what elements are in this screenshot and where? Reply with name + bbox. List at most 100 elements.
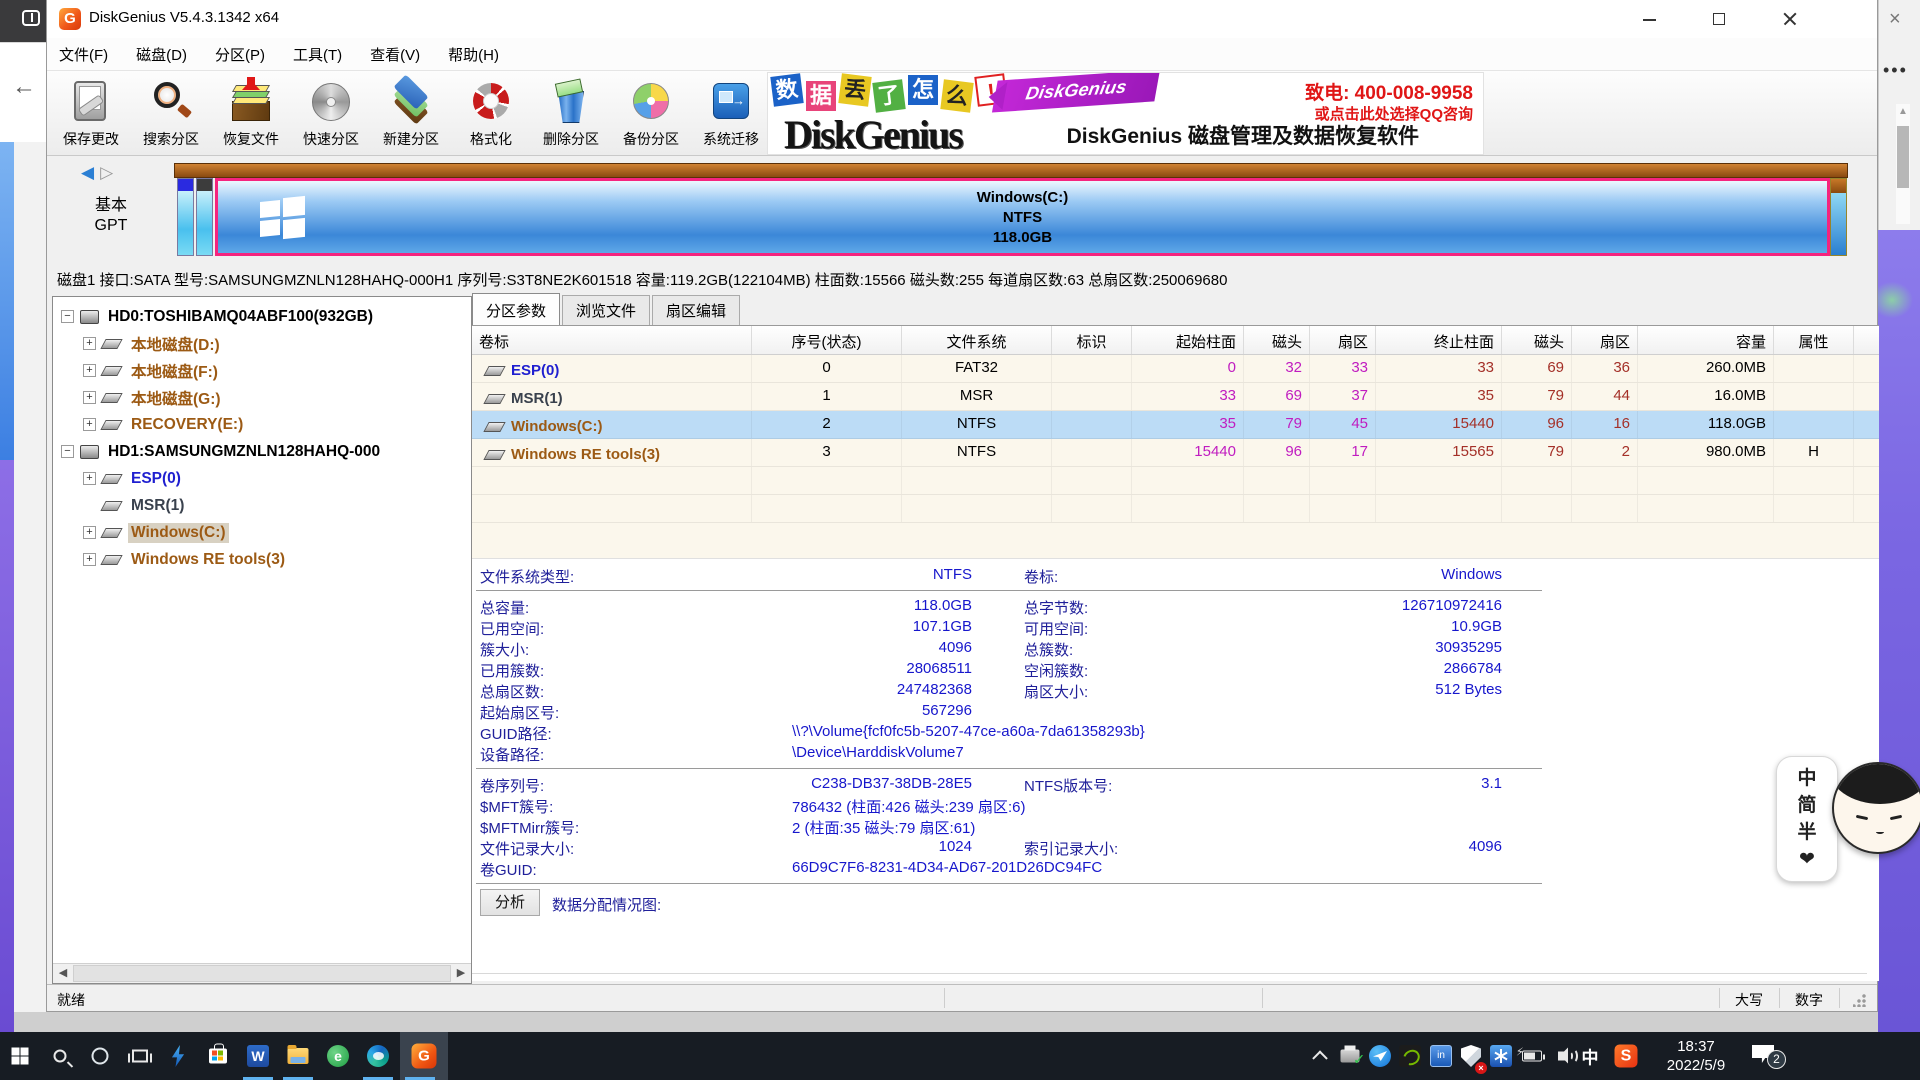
table-row[interactable]: Windows(C:)2NTFS357945154409616118.0GB <box>472 411 1879 439</box>
sidebar-item[interactable]: −HD0:TOSHIBAMQ04ABF100(932GB) <box>53 303 471 330</box>
tray-sogou[interactable]: S <box>1612 1032 1640 1080</box>
toolbar-button-save[interactable]: 保存更改 <box>51 75 131 153</box>
expand-icon[interactable]: + <box>83 526 96 539</box>
menu-item[interactable]: 文件(F) <box>59 44 108 65</box>
tray-nvidia[interactable] <box>1396 1032 1424 1080</box>
scroll-right-icon[interactable]: ▶ <box>451 964 471 983</box>
toolbar-button-search[interactable]: 搜索分区 <box>131 75 211 153</box>
partition-block-windows-c[interactable]: Windows(C:) NTFS 118.0GB <box>215 178 1830 256</box>
taskbar-cortana[interactable] <box>80 1032 120 1080</box>
toolbar-button-recover[interactable]: 恢复文件 <box>211 75 291 153</box>
ime-button[interactable]: ❤ <box>1799 850 1815 870</box>
analyze-button[interactable]: 分析 <box>480 889 540 916</box>
title-bar[interactable]: G DiskGenius V5.4.3.1342 x64 <box>47 0 1877 38</box>
menu-item[interactable]: 查看(V) <box>370 44 420 65</box>
column-header[interactable]: 扇区 <box>1310 326 1376 354</box>
scroll-left-icon[interactable]: ◀ <box>53 964 73 983</box>
menu-item[interactable]: 磁盘(D) <box>136 44 187 65</box>
background-close-icon[interactable]: × <box>1889 8 1901 31</box>
ad-banner[interactable]: 数据丢了怎么! DiskGenius DiskGenius 致电: 400-00… <box>767 72 1484 155</box>
toolbar-button-format[interactable]: 格式化 <box>451 75 531 153</box>
scroll-up-icon[interactable]: ▲ <box>1898 106 1908 117</box>
ime-button[interactable]: 简 <box>1797 796 1816 816</box>
column-header[interactable]: 磁头 <box>1244 326 1310 354</box>
minimize-button[interactable] <box>1627 0 1673 38</box>
column-header[interactable]: 磁头 <box>1502 326 1572 354</box>
tree-horizontal-scrollbar[interactable]: ◀ ▶ <box>53 963 471 983</box>
taskbar-diskgenius[interactable]: G <box>400 1032 448 1080</box>
taskbar-edge[interactable] <box>358 1032 398 1080</box>
sidebar-item[interactable]: +RECOVERY(E:) <box>53 411 471 438</box>
tray-speaker[interactable] <box>1548 1032 1576 1080</box>
tray-messenger[interactable] <box>1366 1032 1394 1080</box>
taskbar-browser-360[interactable]: e <box>318 1032 358 1080</box>
column-header[interactable]: 卷标 <box>472 326 752 354</box>
sidebar-item[interactable]: +本地磁盘(F:) <box>53 357 471 384</box>
back-arrow-icon[interactable]: ← <box>12 75 36 99</box>
ime-button[interactable]: 中 <box>1797 769 1816 789</box>
tab-inactive[interactable]: 浏览文件 <box>562 295 650 326</box>
sidebar-item[interactable]: +Windows(C:) <box>53 519 471 546</box>
expand-icon[interactable]: + <box>83 391 96 404</box>
expand-icon[interactable]: + <box>83 364 96 377</box>
taskbar-search[interactable] <box>40 1032 80 1080</box>
sidebar-item[interactable]: +Windows RE tools(3) <box>53 546 471 573</box>
ime-toolbar[interactable]: 中简半 ❤ <box>1776 756 1838 882</box>
toolbar-button-mig[interactable]: →系统迁移 <box>691 75 771 153</box>
toolbar-button-new[interactable]: 新建分区 <box>371 75 451 153</box>
sidebar-item[interactable]: +本地磁盘(G:) <box>53 384 471 411</box>
table-row[interactable]: Windows RE tools(3)3NTFS1544096171556579… <box>472 439 1879 467</box>
expand-icon[interactable]: + <box>83 337 96 350</box>
background-menu-icon[interactable]: ••• <box>1883 60 1908 81</box>
resize-grip[interactable] <box>1853 993 1867 1007</box>
menu-item[interactable]: 帮助(H) <box>448 44 499 65</box>
expand-icon[interactable]: + <box>83 418 96 431</box>
taskbar-start[interactable] <box>0 1032 40 1080</box>
expand-icon[interactable]: + <box>83 472 96 485</box>
toolbar-button-del[interactable]: 删除分区 <box>531 75 611 153</box>
table-row[interactable]: MSR(1)1MSR33693735794416.0MB <box>472 383 1879 411</box>
partition-block-esp[interactable] <box>177 178 194 256</box>
taskbar-store[interactable] <box>198 1032 238 1080</box>
ime-mascot[interactable] <box>1832 762 1920 854</box>
tab-inactive[interactable]: 扇区编辑 <box>652 295 740 326</box>
table-row[interactable]: ESP(0)0FAT3203233336936260.0MB <box>472 355 1879 383</box>
menu-item[interactable]: 工具(T) <box>293 44 342 65</box>
sidebar-item[interactable]: +本地磁盘(D:) <box>53 330 471 357</box>
sidebar-item[interactable]: +ESP(0) <box>53 465 471 492</box>
column-header[interactable]: 容量 <box>1638 326 1774 354</box>
tray-chevron-up[interactable] <box>1306 1032 1334 1080</box>
scrollbar-thumb[interactable] <box>1897 126 1909 188</box>
menu-item[interactable]: 分区(P) <box>215 44 265 65</box>
column-header[interactable]: 起始柱面 <box>1132 326 1244 354</box>
tray-printer[interactable]: ✓ <box>1336 1032 1364 1080</box>
tray-intel[interactable]: in <box>1427 1032 1455 1080</box>
maximize-button[interactable] <box>1697 0 1743 38</box>
tray-ime-zh[interactable]: 中 <box>1576 1032 1604 1080</box>
partition-block-msr[interactable] <box>196 178 213 256</box>
taskbar-clock[interactable]: 18:37 2022/5/9 <box>1652 1037 1740 1075</box>
column-header[interactable]: 文件系统 <box>902 326 1052 354</box>
collapse-icon[interactable]: − <box>61 445 74 458</box>
column-header[interactable]: 扇区 <box>1572 326 1638 354</box>
taskbar-file-explorer[interactable] <box>278 1032 318 1080</box>
sidebar-item[interactable]: MSR(1) <box>53 492 471 519</box>
ime-button[interactable]: 半 <box>1797 823 1816 843</box>
scrollbar-thumb[interactable] <box>73 965 451 982</box>
close-button[interactable] <box>1767 0 1813 38</box>
column-header[interactable]: 属性 <box>1774 326 1854 354</box>
column-header[interactable]: 终止柱面 <box>1376 326 1502 354</box>
collapse-icon[interactable]: − <box>61 310 74 323</box>
tray-battery[interactable]: ⚡ <box>1518 1032 1546 1080</box>
expand-icon[interactable]: + <box>83 553 96 566</box>
background-scrollbar[interactable]: ▲ <box>1896 104 1910 224</box>
toolbar-button-cd[interactable]: 快速分区 <box>291 75 371 153</box>
taskbar-task-view[interactable] <box>120 1032 160 1080</box>
taskbar-word[interactable]: W <box>238 1032 278 1080</box>
tray-defender[interactable]: × <box>1457 1032 1485 1080</box>
disk-nav-arrows[interactable]: ◀▷ <box>81 163 113 183</box>
column-header[interactable]: 序号(状态) <box>752 326 902 354</box>
tray-snowflake[interactable] <box>1487 1032 1515 1080</box>
tab-active[interactable]: 分区参数 <box>472 293 560 326</box>
partition-block-re-tools[interactable] <box>1830 178 1847 256</box>
